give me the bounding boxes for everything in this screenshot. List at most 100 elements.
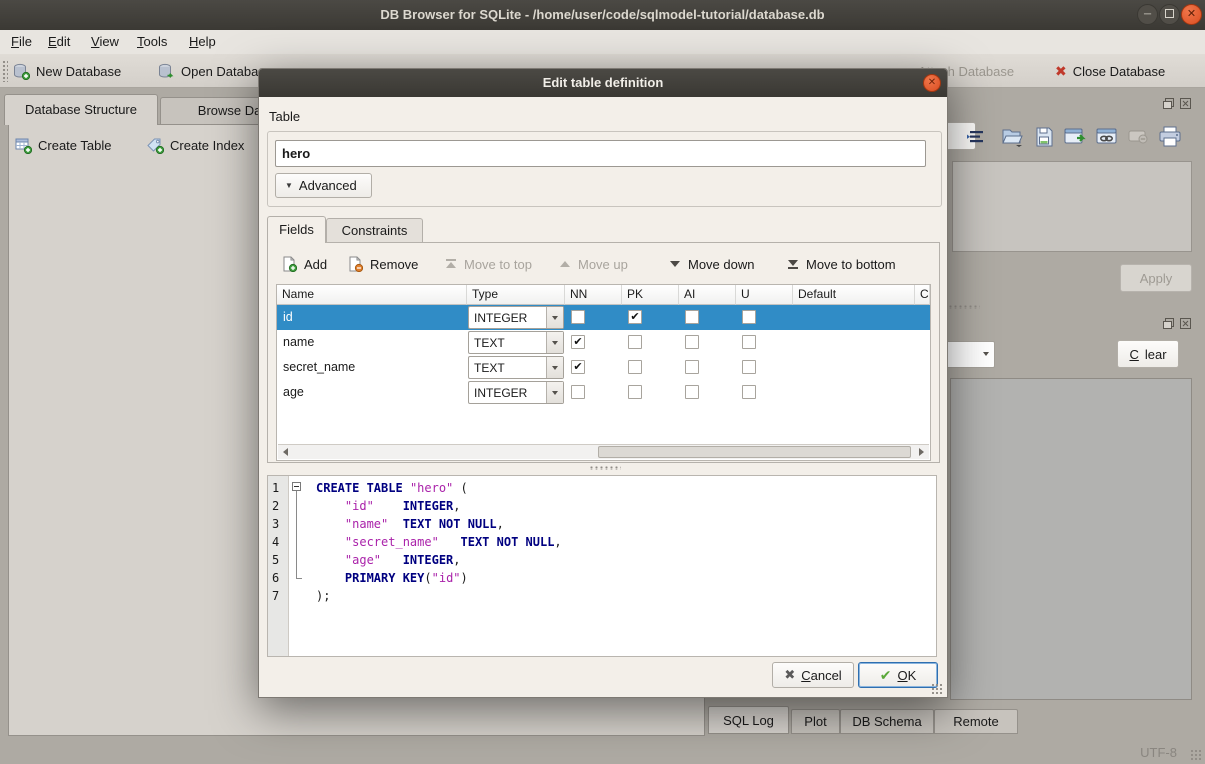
type-combobox[interactable]: INTEGER xyxy=(468,381,564,404)
maximize-button[interactable] xyxy=(1159,4,1180,25)
new-database-button[interactable]: New Database xyxy=(13,60,121,82)
close-button[interactable]: ✕ xyxy=(1181,4,1202,25)
remove-field-button[interactable]: Remove xyxy=(347,251,418,277)
encoding-indicator[interactable]: UTF-8 xyxy=(1140,745,1177,760)
u-checkbox[interactable] xyxy=(742,360,756,374)
set-null-icon xyxy=(1128,129,1150,145)
sql-preview[interactable]: 1 2 3 4 5 6 7 CREATE TABLE "hero" ( "id"… xyxy=(267,475,937,657)
edit-table-definition-dialog: Edit table definition ✕ Table hero ▼ Adv… xyxy=(258,68,948,698)
type-combobox[interactable]: INTEGER xyxy=(468,306,564,329)
minimize-button[interactable]: ─ xyxy=(1137,4,1158,25)
dock-close-icon[interactable] xyxy=(1179,97,1192,110)
pk-checkbox[interactable]: ✔ xyxy=(628,310,642,324)
combo-arrow-icon xyxy=(546,307,563,328)
print-icon[interactable] xyxy=(1158,126,1182,148)
scroll-right-icon[interactable] xyxy=(919,448,924,456)
move-down-button[interactable]: Move down xyxy=(669,251,754,277)
create-index-icon xyxy=(147,137,164,154)
export-icon[interactable] xyxy=(1064,127,1089,147)
ok-button[interactable]: ✔ OK xyxy=(858,662,938,688)
grid-horizontal-scrollbar[interactable] xyxy=(278,444,929,459)
u-checkbox[interactable] xyxy=(742,310,756,324)
sql-line: "name" TEXT NOT NULL, xyxy=(316,515,504,533)
pk-checkbox[interactable] xyxy=(628,360,642,374)
advanced-button[interactable]: ▼ Advanced xyxy=(275,173,372,198)
pk-checkbox[interactable] xyxy=(628,385,642,399)
toolbar-grip[interactable] xyxy=(2,60,8,82)
ai-checkbox[interactable] xyxy=(685,335,699,349)
nn-checkbox[interactable] xyxy=(571,310,585,324)
tab-fields[interactable]: Fields xyxy=(267,216,326,243)
cancel-button[interactable]: ✖ Cancel xyxy=(772,662,854,688)
tab-database-structure[interactable]: Database Structure xyxy=(4,94,158,125)
move-up-button: Move up xyxy=(559,251,628,277)
pk-checkbox[interactable] xyxy=(628,335,642,349)
col-header-check[interactable]: Check xyxy=(915,285,930,305)
tab-remote[interactable]: Remote xyxy=(934,709,1018,734)
create-table-icon xyxy=(15,137,32,154)
code-fold-icon[interactable] xyxy=(292,482,301,491)
save-icon[interactable] xyxy=(1033,126,1055,148)
dialog-splitter-handle[interactable] xyxy=(589,466,621,470)
combo-arrow-icon xyxy=(546,332,563,353)
menu-edit[interactable]: Edit xyxy=(44,30,74,54)
cancel-x-icon: ✖ xyxy=(784,667,795,683)
dock2-close-icon[interactable] xyxy=(1179,317,1192,330)
nn-checkbox[interactable]: ✔ xyxy=(571,360,585,374)
col-header-nn[interactable]: NN xyxy=(565,285,622,305)
add-field-button[interactable]: Add xyxy=(281,251,327,277)
col-header-pk[interactable]: PK xyxy=(622,285,679,305)
u-checkbox[interactable] xyxy=(742,335,756,349)
menu-file[interactable]: File xyxy=(7,30,36,54)
col-header-name[interactable]: Name xyxy=(277,285,467,305)
scroll-left-icon[interactable] xyxy=(283,448,288,456)
import-file-icon[interactable] xyxy=(1000,126,1024,148)
sql-line: ); xyxy=(316,587,330,605)
close-database-button[interactable]: ✖ Close Database xyxy=(1055,60,1165,82)
menu-view[interactable]: View xyxy=(87,30,123,54)
field-row-id[interactable]: id INTEGER ✔ xyxy=(277,305,930,330)
tab-plot[interactable]: Plot xyxy=(791,709,840,734)
clear-log-button[interactable]: Clear xyxy=(1117,340,1179,368)
tab-db-schema[interactable]: DB Schema xyxy=(840,709,934,734)
field-row-name[interactable]: name TEXT ✔ xyxy=(277,330,930,355)
type-combobox[interactable]: TEXT xyxy=(468,356,564,379)
dock-float-icon[interactable] xyxy=(1162,97,1175,110)
u-checkbox[interactable] xyxy=(742,385,756,399)
type-combobox[interactable]: TEXT xyxy=(468,331,564,354)
menu-tools[interactable]: Tools xyxy=(133,30,171,54)
create-index-button[interactable]: Create Index xyxy=(147,132,244,159)
dialog-resize-grip[interactable] xyxy=(931,683,944,696)
nn-checkbox[interactable]: ✔ xyxy=(571,335,585,349)
ai-checkbox[interactable] xyxy=(685,385,699,399)
dialog-close-button[interactable]: ✕ xyxy=(923,74,941,92)
col-header-default[interactable]: Default xyxy=(793,285,915,305)
field-row-secret-name[interactable]: secret_name TEXT ✔ xyxy=(277,355,930,380)
tab-constraints[interactable]: Constraints xyxy=(326,218,423,243)
table-label: Table xyxy=(269,109,300,124)
nn-checkbox[interactable] xyxy=(571,385,585,399)
move-to-bottom-button[interactable]: Move to bottom xyxy=(787,251,896,277)
menu-help[interactable]: Help xyxy=(185,30,220,54)
ai-checkbox[interactable] xyxy=(685,310,699,324)
dialog-titlebar[interactable]: Edit table definition ✕ xyxy=(259,69,947,97)
scrollbar-thumb[interactable] xyxy=(598,446,911,458)
close-database-icon: ✖ xyxy=(1055,63,1067,80)
cell-editor-textarea[interactable] xyxy=(952,161,1192,252)
field-row-age[interactable]: age INTEGER xyxy=(277,380,930,405)
sql-log-list[interactable] xyxy=(950,378,1192,700)
dock2-float-icon[interactable] xyxy=(1162,317,1175,330)
tab-sql-log[interactable]: SQL Log xyxy=(708,706,789,734)
col-header-type[interactable]: Type xyxy=(467,285,565,305)
create-table-button[interactable]: Create Table xyxy=(15,132,111,159)
dock-splitter-handle[interactable] xyxy=(948,305,980,309)
insert-text-icon[interactable] xyxy=(966,128,986,146)
col-header-ai[interactable]: AI xyxy=(679,285,736,305)
table-name-input[interactable]: hero xyxy=(275,140,926,167)
link-icon[interactable] xyxy=(1096,127,1121,147)
ai-checkbox[interactable] xyxy=(685,360,699,374)
menubar: File Edit View Tools Help xyxy=(0,30,1205,54)
col-header-u[interactable]: U xyxy=(736,285,793,305)
window-resize-grip[interactable] xyxy=(1190,749,1203,762)
open-database-button[interactable]: Open Database xyxy=(158,60,272,82)
